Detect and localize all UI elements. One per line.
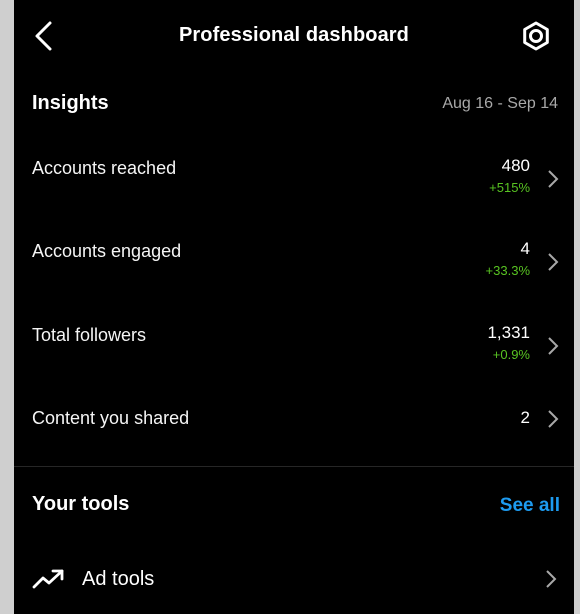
tools-heading: Your tools: [32, 493, 130, 515]
metric-label: Accounts engaged: [32, 241, 182, 261]
settings-icon: [523, 21, 549, 51]
phone-screen: Professional dashboard Insights Aug 16 -…: [14, 0, 574, 614]
chevron-right-icon: [548, 170, 559, 188]
metric-accounts-reached[interactable]: Accounts reached 480 +515%: [14, 156, 574, 242]
metric-value: 480: [501, 156, 530, 175]
chevron-right-icon: [548, 253, 559, 271]
metric-change: +33.3%: [485, 263, 530, 278]
metric-label: Accounts reached: [32, 158, 177, 178]
metric-accounts-engaged[interactable]: Accounts engaged 4 +33.3%: [14, 239, 574, 325]
metric-content-shared[interactable]: Content you shared 2: [14, 408, 574, 492]
metric-value: 1,331: [487, 323, 530, 342]
trending-up-icon: [32, 569, 64, 589]
metric-label: Content you shared: [32, 408, 190, 428]
page-title: Professional dashboard: [178, 24, 410, 46]
metric-value: 2: [520, 408, 530, 427]
metric-total-followers[interactable]: Total followers 1,331 +0.9%: [14, 323, 574, 409]
insights-heading: Insights: [32, 92, 109, 114]
tool-item-ad-tools[interactable]: Ad tools: [14, 560, 574, 604]
section-divider: [14, 466, 574, 467]
metric-label: Total followers: [32, 325, 147, 345]
chevron-right-icon: [548, 337, 559, 355]
tool-label: Ad tools: [82, 568, 155, 590]
metric-change: +0.9%: [492, 347, 530, 362]
metric-change: +515%: [489, 180, 530, 195]
metric-value: 4: [520, 239, 530, 258]
date-range: Aug 16 - Sep 14: [442, 95, 558, 112]
chevron-right-icon: [546, 570, 557, 588]
settings-button[interactable]: [518, 18, 554, 54]
top-bar: Professional dashboard: [14, 0, 574, 70]
chevron-right-icon: [548, 410, 559, 428]
see-all-link[interactable]: See all: [500, 495, 560, 517]
